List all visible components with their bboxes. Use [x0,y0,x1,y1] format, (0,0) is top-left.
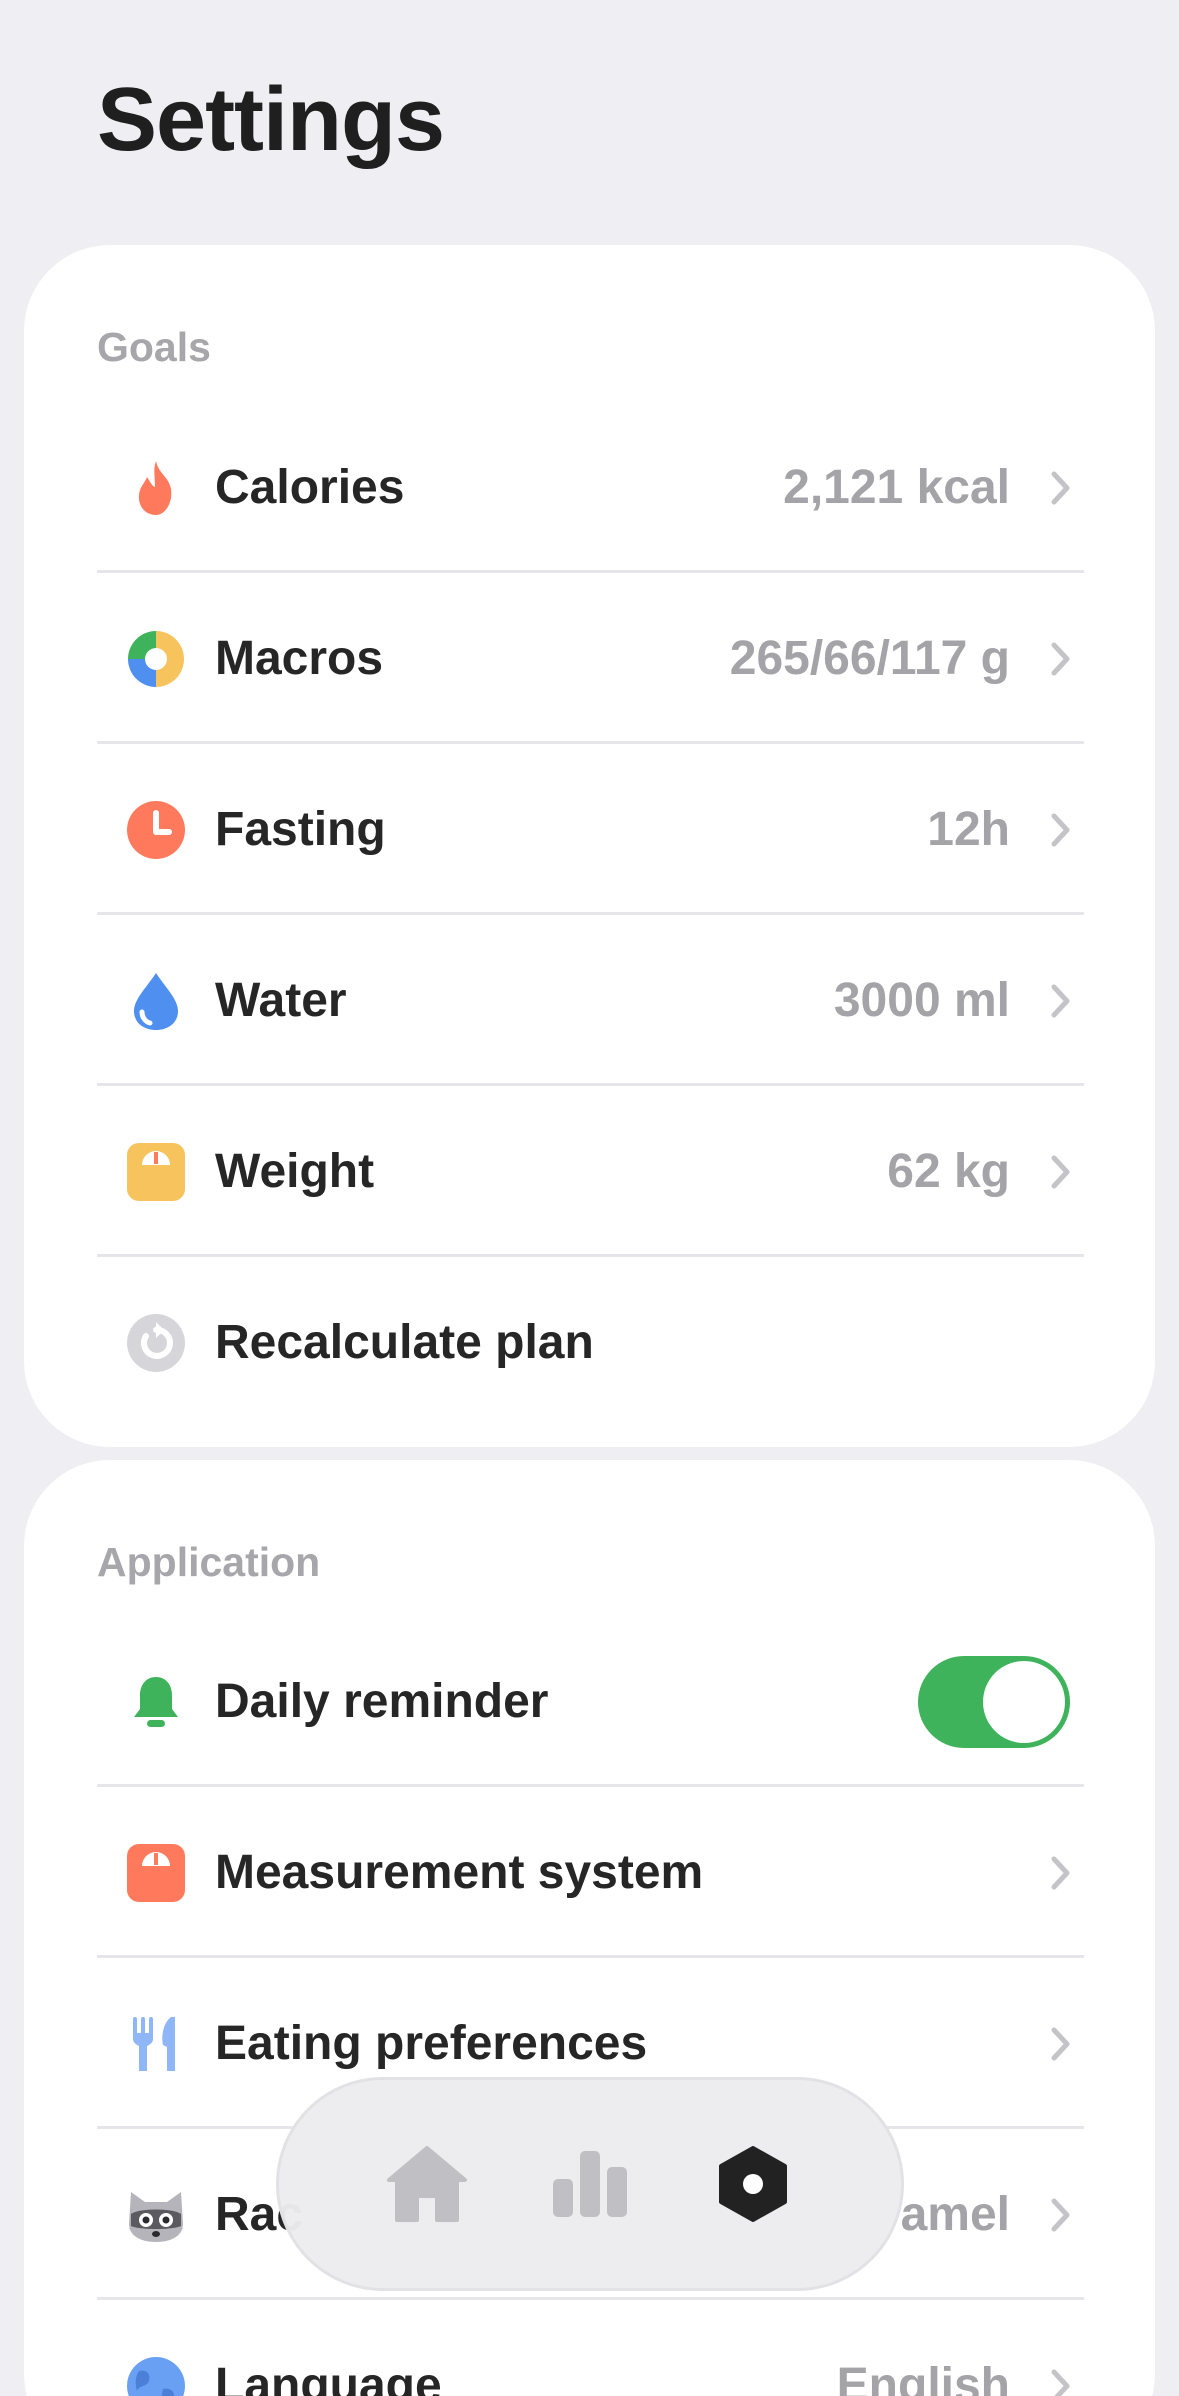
goal-value: 12h [927,803,1010,856]
language-label: Language [215,2359,442,2396]
goal-value: 62 kg [887,1145,1010,1198]
scale-icon [125,1141,187,1203]
app-row-language[interactable]: Language English [97,2300,1084,2396]
goal-row-fasting[interactable]: Fasting 12h [97,744,1084,915]
recalculate-plan-label: Recalculate plan [215,1316,594,1369]
section-label-goals: Goals [97,324,211,370]
goal-label: Weight [215,1145,375,1198]
chevron-right-icon [1048,639,1074,679]
raccoon-icon [125,2184,187,2246]
chevron-right-icon [1048,981,1074,1021]
eating-preferences-label: Eating preferences [215,2017,648,2070]
tab-bar [276,2077,904,2291]
raccoon-value: amel [900,2188,1010,2241]
goal-value: 3000 ml [833,974,1010,1027]
chevron-right-icon [1048,2024,1074,2064]
chevron-right-icon [1048,1152,1074,1192]
language-value: English [836,2359,1010,2396]
chevron-right-icon [1048,1853,1074,1893]
bell-icon [125,1671,187,1733]
chevron-right-icon [1048,2195,1074,2235]
goal-label: Water [215,974,347,1027]
clock-icon [125,799,187,861]
goal-value: 2,121 kcal [783,461,1010,514]
goal-row-macros[interactable]: Macros 265/66/117 g [97,573,1084,744]
bar-chart-icon [551,2149,629,2219]
daily-reminder-label: Daily reminder [215,1675,549,1728]
recalculate-plan-button[interactable]: Recalculate plan [97,1257,1084,1428]
pie-chart-icon [125,628,187,690]
goal-value: 265/66/117 g [729,632,1010,685]
tab-home[interactable] [377,2134,477,2234]
settings-icon [717,2146,789,2222]
page-title: Settings [97,70,445,170]
goal-row-weight[interactable]: Weight 62 kg [97,1086,1084,1257]
chevron-right-icon [1048,2366,1074,2396]
scale-icon [125,1842,187,1904]
chevron-right-icon [1048,468,1074,508]
goals-card: Goals Calories 2,121 kcal Macros 265/66/… [24,245,1155,1447]
tab-stats[interactable] [540,2134,640,2234]
section-label-application: Application [97,1539,321,1585]
globe-icon [125,2355,187,2396]
tab-settings[interactable] [703,2134,803,2234]
refresh-icon [125,1312,187,1374]
goal-label: Macros [215,632,384,685]
home-icon [385,2144,469,2224]
goal-row-water[interactable]: Water 3000 ml [97,915,1084,1086]
app-row-daily-reminder: Daily reminder [97,1616,1084,1787]
toggle-knob [983,1660,1065,1743]
flame-icon [125,457,187,519]
app-row-measurement-system[interactable]: Measurement system [97,1787,1084,1958]
goal-label: Calories [215,461,405,514]
daily-reminder-toggle[interactable] [918,1655,1070,1748]
measurement-system-label: Measurement system [215,1846,704,1899]
goal-row-calories[interactable]: Calories 2,121 kcal [97,402,1084,573]
water-drop-icon [125,970,187,1032]
chevron-right-icon [1048,810,1074,850]
goal-label: Fasting [215,803,386,856]
fork-knife-icon [125,2013,187,2075]
